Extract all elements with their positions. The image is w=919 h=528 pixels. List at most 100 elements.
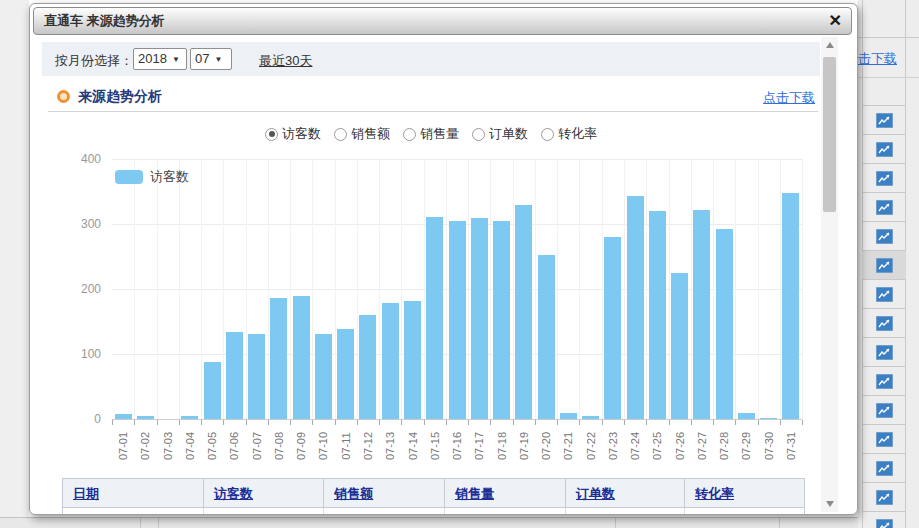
bar-07-01 (115, 414, 132, 419)
gridline (357, 159, 358, 419)
gridline (758, 159, 759, 419)
metric-radio-label: 访客数 (282, 125, 321, 143)
table-header-link[interactable]: 订单数 (576, 486, 615, 501)
x-axis-label: 07-18 (496, 429, 508, 463)
last-30-days-link[interactable]: 最近30天 (259, 52, 312, 70)
gridline (780, 159, 781, 419)
gridline (557, 159, 558, 419)
bar-07-24 (627, 196, 644, 419)
download-link[interactable]: 点击下载 (763, 89, 815, 107)
table-header-link[interactable]: 日期 (73, 486, 99, 501)
axis-tick (780, 420, 781, 425)
metric-radio-访客数[interactable]: 访客数 (265, 125, 321, 143)
gridline (335, 159, 336, 419)
trend-chart-icon[interactable] (876, 171, 893, 186)
axis-tick (490, 420, 491, 425)
metric-radio-销售量[interactable]: 销售量 (403, 125, 459, 143)
trend-chart-icon[interactable] (876, 229, 893, 244)
metric-radio-销售额[interactable]: 销售额 (334, 125, 390, 143)
dialog-title: 直通车 来源趋势分析 (44, 8, 165, 34)
chevron-down-icon: ▼ (214, 50, 222, 70)
table-header-cell: 访客数 (204, 479, 324, 507)
radio-icon[interactable] (541, 128, 554, 141)
metric-radio-label: 转化率 (558, 125, 597, 143)
x-axis-label: 07-24 (629, 429, 641, 463)
trend-chart-icon[interactable] (876, 461, 893, 476)
y-axis-label: 100 (61, 347, 101, 361)
gridline (379, 159, 380, 419)
gridline (424, 159, 425, 419)
scroll-down-arrow[interactable] (821, 496, 838, 512)
table-divider (615, 518, 616, 528)
axis-tick (290, 420, 291, 425)
radio-selected-icon[interactable] (265, 128, 278, 141)
background-table-row (862, 425, 906, 454)
trend-chart-icon[interactable] (876, 142, 893, 157)
y-axis-label: 300 (61, 217, 101, 231)
x-axis-label: 07-25 (651, 429, 663, 463)
background-table-row (862, 396, 906, 425)
radio-icon[interactable] (403, 128, 416, 141)
gridline (713, 159, 714, 419)
trend-chart-icon[interactable] (876, 403, 893, 418)
table-header-link[interactable]: 销售额 (334, 486, 373, 501)
background-table-row (862, 222, 906, 251)
x-axis-label: 07-16 (451, 429, 463, 463)
gridline (468, 159, 469, 419)
table-header-link[interactable]: 转化率 (695, 486, 734, 501)
trend-chart-icon[interactable] (876, 113, 893, 128)
table-cell (324, 508, 445, 515)
trend-chart-icon[interactable] (876, 345, 893, 360)
radio-icon[interactable] (472, 128, 485, 141)
background-left-strip (0, 0, 29, 528)
scroll-up-arrow[interactable] (821, 37, 838, 53)
gridline (669, 159, 670, 419)
trend-chart-icon[interactable] (876, 287, 893, 302)
year-select[interactable]: 2018▼ (133, 48, 187, 70)
table-divider (779, 518, 780, 528)
chart-legend: 访客数 (115, 168, 189, 186)
scrollbar-thumb[interactable] (823, 57, 836, 212)
table-header-link[interactable]: 销售量 (455, 486, 494, 501)
gridline (579, 159, 580, 419)
axis-tick (268, 420, 269, 425)
axis-tick (557, 420, 558, 425)
radio-icon[interactable] (334, 128, 347, 141)
month-select[interactable]: 07▼ (190, 48, 232, 70)
x-axis-label: 07-30 (763, 429, 775, 463)
axis-tick (735, 420, 736, 425)
x-axis-label: 07-12 (362, 429, 374, 463)
x-axis-label: 07-14 (407, 429, 419, 463)
bar-07-12 (359, 315, 376, 419)
axis-tick (312, 420, 313, 425)
x-axis-label: 07-11 (340, 429, 352, 463)
gridline (223, 159, 224, 419)
trend-chart-icon[interactable] (876, 490, 893, 505)
table-header-cell: 销售量 (445, 479, 566, 507)
x-axis-label: 07-26 (674, 429, 686, 463)
table-header-link[interactable]: 访客数 (214, 486, 253, 501)
trend-chart-icon[interactable] (876, 258, 893, 273)
bar-07-15 (426, 217, 443, 419)
x-axis-label: 07-07 (251, 429, 263, 463)
gridline (112, 159, 802, 160)
scrollbar[interactable] (821, 37, 838, 512)
trend-chart-icon[interactable] (876, 519, 893, 528)
trend-chart-icon[interactable] (876, 316, 893, 331)
axis-tick (669, 420, 670, 425)
axis-tick (713, 420, 714, 425)
close-icon[interactable]: ✕ (829, 11, 842, 31)
trend-chart-icon[interactable] (876, 432, 893, 447)
axis-tick (112, 420, 113, 425)
gridline (646, 159, 647, 419)
bar-07-09 (293, 296, 310, 419)
metric-radio-订单数[interactable]: 订单数 (472, 125, 528, 143)
bar-07-25 (649, 211, 666, 419)
table-divider (140, 518, 141, 528)
axis-tick (379, 420, 380, 425)
section-title: 来源趋势分析 (78, 88, 162, 106)
trend-chart-icon[interactable] (876, 200, 893, 215)
metric-radio-转化率[interactable]: 转化率 (541, 125, 597, 143)
dialog-titlebar[interactable]: 直通车 来源趋势分析 ✕ (33, 7, 852, 35)
trend-chart-icon[interactable] (876, 374, 893, 389)
